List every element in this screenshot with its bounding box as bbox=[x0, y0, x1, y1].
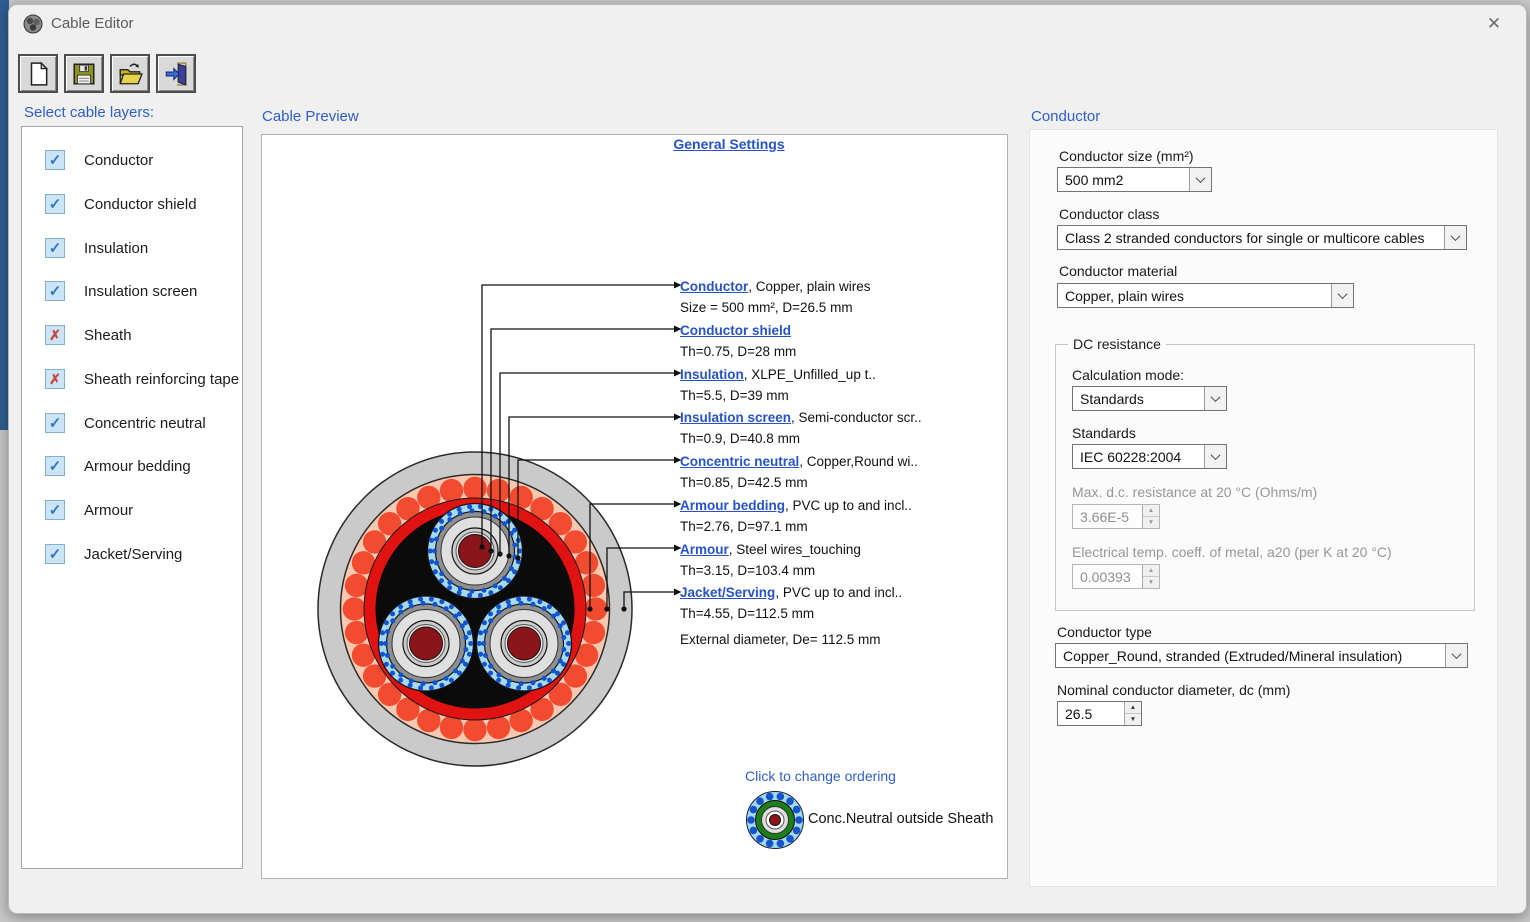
spinner-buttons[interactable]: ▲▼ bbox=[1124, 702, 1141, 725]
layer-row-sheath-reinforcing-tape[interactable]: ✗Sheath reinforcing tape bbox=[22, 359, 242, 399]
temp-coeff-label: Electrical temp. coeff. of metal, a20 (p… bbox=[1072, 544, 1392, 560]
max-dc-resistance-label: Max. d.c. resistance at 20 °C (Ohms/m) bbox=[1072, 484, 1317, 500]
nominal-diameter-label: Nominal conductor diameter, dc (mm) bbox=[1057, 682, 1290, 698]
layer-row-jacket-serving[interactable]: ✓Jacket/Serving bbox=[22, 534, 242, 574]
conductor-material-select[interactable]: Copper, plain wires bbox=[1057, 283, 1354, 308]
checkbox-conductor[interactable]: ✓ bbox=[45, 150, 65, 170]
conductor-class-select[interactable]: Class 2 stranded conductors for single o… bbox=[1057, 225, 1467, 250]
cable-preview-panel: General Settings Conductor, Copper, plai… bbox=[261, 134, 1008, 879]
chevron-down-icon[interactable] bbox=[1445, 644, 1467, 667]
conductor-size-select[interactable]: 500 mm2 bbox=[1057, 167, 1212, 192]
save-floppy-icon bbox=[71, 61, 97, 87]
dc-resistance-groupbox: DC resistance Calculation mode: Standard… bbox=[1055, 344, 1475, 611]
checkbox-insulation-screen[interactable]: ✓ bbox=[45, 281, 65, 301]
layers-heading: Select cable layers: bbox=[24, 104, 154, 121]
annotation-armour-bedding-link[interactable]: Armour bedding bbox=[680, 498, 785, 513]
layer-row-armour[interactable]: ✓Armour bbox=[22, 490, 242, 530]
cable-layers-listbox: ✓Conductor ✓Conductor shield ✓Insulation… bbox=[21, 126, 243, 869]
nominal-diameter-input[interactable]: 26.5 ▲▼ bbox=[1057, 701, 1142, 726]
annotation-conductor-shield-link[interactable]: Conductor shield bbox=[680, 323, 791, 338]
exit-button[interactable] bbox=[156, 54, 196, 93]
standards-label: Standards bbox=[1072, 425, 1136, 441]
checkbox-conductor-shield[interactable]: ✓ bbox=[45, 194, 65, 214]
layer-row-conductor-shield[interactable]: ✓Conductor shield bbox=[22, 184, 242, 224]
annotation-jacket-serving: Jacket/Serving, PVC up to and incl.. Th=… bbox=[680, 582, 902, 624]
calculation-mode-select[interactable]: Standards bbox=[1072, 386, 1227, 411]
layer-row-insulation-screen[interactable]: ✓Insulation screen bbox=[22, 271, 242, 311]
annotation-insulation-link[interactable]: Insulation bbox=[680, 367, 744, 382]
spinner-buttons: ▲▼ bbox=[1142, 565, 1159, 588]
open-folder-icon bbox=[117, 61, 143, 87]
annotation-concentric-neutral: Concentric neutral, Copper,Round wi.. Th… bbox=[680, 451, 918, 493]
chevron-down-icon[interactable] bbox=[1444, 226, 1466, 249]
conductor-class-label: Conductor class bbox=[1059, 206, 1159, 222]
new-document-icon bbox=[25, 61, 51, 87]
checkbox-armour-bedding[interactable]: ✓ bbox=[45, 456, 65, 476]
annotation-insulation-screen: Insulation screen, Semi-conductor scr.. … bbox=[680, 407, 922, 449]
annotation-insulation-screen-link[interactable]: Insulation screen bbox=[680, 410, 791, 425]
app-cable-icon bbox=[23, 14, 43, 34]
new-file-button[interactable] bbox=[18, 54, 58, 93]
checkbox-sheath-reinforcing-tape[interactable]: ✗ bbox=[45, 369, 65, 389]
exit-door-icon bbox=[163, 61, 189, 87]
checkbox-armour[interactable]: ✓ bbox=[45, 500, 65, 520]
save-button[interactable] bbox=[64, 54, 104, 93]
preview-heading: Cable Preview bbox=[262, 108, 359, 125]
spinner-up-icon: ▲ bbox=[1143, 565, 1159, 577]
annotation-jacket-serving-link[interactable]: Jacket/Serving bbox=[680, 585, 775, 600]
spinner-up-icon: ▲ bbox=[1143, 505, 1159, 517]
spinner-down-icon: ▼ bbox=[1143, 577, 1159, 588]
chevron-down-icon[interactable] bbox=[1331, 284, 1353, 307]
layer-row-concentric-neutral[interactable]: ✓Concentric neutral bbox=[22, 403, 242, 443]
conductor-type-select[interactable]: Copper_Round, stranded (Extruded/Mineral… bbox=[1055, 643, 1468, 668]
layer-row-insulation[interactable]: ✓Insulation bbox=[22, 228, 242, 268]
chevron-down-icon[interactable] bbox=[1204, 387, 1226, 410]
annotation-armour-link[interactable]: Armour bbox=[680, 542, 729, 557]
spinner-down-icon: ▼ bbox=[1125, 714, 1141, 725]
chevron-down-icon[interactable] bbox=[1204, 445, 1226, 468]
checkbox-concentric-neutral[interactable]: ✓ bbox=[45, 413, 65, 433]
layer-row-conductor[interactable]: ✓Conductor bbox=[22, 140, 242, 180]
calculation-mode-label: Calculation mode: bbox=[1072, 367, 1184, 383]
external-diameter-text: External diameter, De= 112.5 mm bbox=[680, 632, 880, 647]
spinner-down-icon: ▼ bbox=[1143, 517, 1159, 528]
title-bar: Cable Editor ✕ bbox=[9, 5, 1526, 43]
conductor-material-label: Conductor material bbox=[1059, 263, 1177, 279]
annotation-concentric-neutral-link[interactable]: Concentric neutral bbox=[680, 454, 799, 469]
conductor-settings-panel: Conductor size (mm²) 500 mm2 Conductor c… bbox=[1029, 129, 1498, 887]
checkbox-jacket-serving[interactable]: ✓ bbox=[45, 544, 65, 564]
ordering-mode-label: Conc.Neutral outside Sheath bbox=[808, 811, 993, 827]
layer-row-armour-bedding[interactable]: ✓Armour bedding bbox=[22, 446, 242, 486]
checkbox-sheath[interactable]: ✗ bbox=[45, 325, 65, 345]
conductor-heading: Conductor bbox=[1031, 108, 1100, 125]
annotation-armour-bedding: Armour bedding, PVC up to and incl.. Th=… bbox=[680, 495, 912, 537]
standards-select[interactable]: IEC 60228:2004 bbox=[1072, 444, 1227, 469]
conductor-size-label: Conductor size (mm²) bbox=[1059, 148, 1194, 164]
annotation-conductor-link[interactable]: Conductor bbox=[680, 279, 748, 294]
general-settings-link[interactable]: General Settings bbox=[634, 136, 824, 152]
change-ordering-link[interactable]: Click to change ordering bbox=[745, 768, 896, 784]
dc-resistance-legend: DC resistance bbox=[1068, 336, 1166, 352]
annotation-conductor-shield: Conductor shield Th=0.75, D=28 mm bbox=[680, 320, 796, 362]
ordering-cable-icon[interactable] bbox=[747, 792, 804, 849]
annotation-armour: Armour, Steel wires_touching Th=3.15, D=… bbox=[680, 539, 861, 581]
cable-editor-window: Cable Editor ✕ bbox=[8, 4, 1527, 914]
checkbox-insulation[interactable]: ✓ bbox=[45, 238, 65, 258]
max-dc-resistance-input: 3.66E-5 ▲▼ bbox=[1072, 504, 1160, 529]
temp-coeff-input: 0.00393 ▲▼ bbox=[1072, 564, 1160, 589]
close-button[interactable]: ✕ bbox=[1480, 11, 1508, 37]
open-button[interactable] bbox=[110, 54, 150, 93]
window-title: Cable Editor bbox=[51, 15, 134, 32]
spinner-up-icon: ▲ bbox=[1125, 702, 1141, 714]
conductor-type-label: Conductor type bbox=[1057, 624, 1152, 640]
chevron-down-icon[interactable] bbox=[1189, 168, 1211, 191]
layer-row-sheath[interactable]: ✗Sheath bbox=[22, 315, 242, 355]
annotation-conductor: Conductor, Copper, plain wires Size = 50… bbox=[680, 276, 871, 318]
annotation-insulation: Insulation, XLPE_Unfilled_up t.. Th=5.5,… bbox=[680, 364, 876, 406]
spinner-buttons: ▲▼ bbox=[1142, 505, 1159, 528]
